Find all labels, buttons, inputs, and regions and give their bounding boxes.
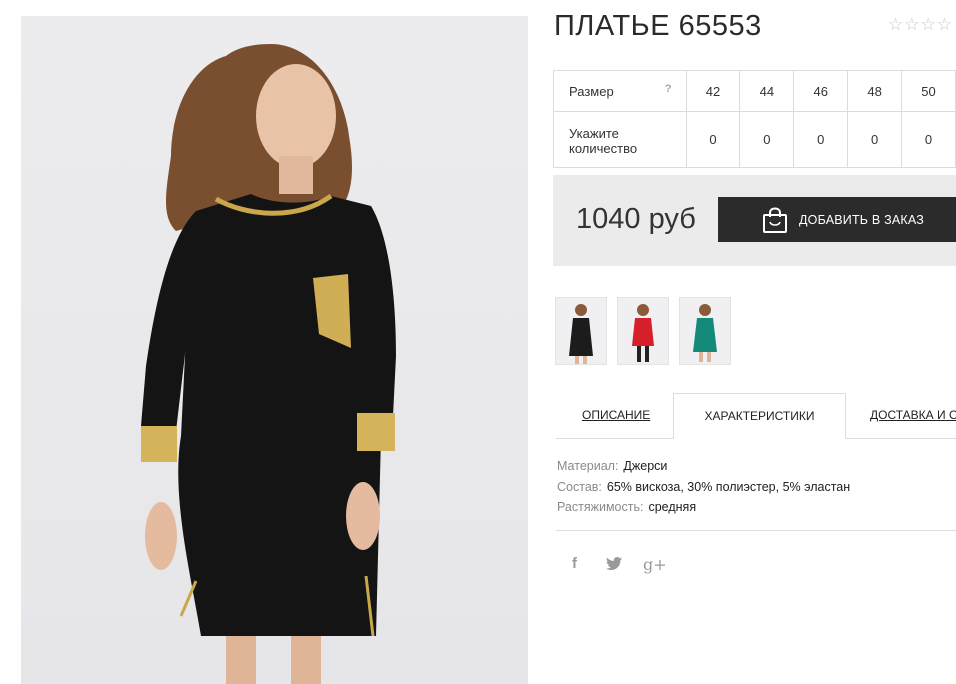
tab-delivery[interactable]: ДОСТАВКА И О xyxy=(870,393,956,438)
quantity-input[interactable]: 0 xyxy=(847,111,903,168)
rating-stars-icon[interactable]: ☆☆☆☆ xyxy=(888,15,953,35)
product-tabs: ОПИСАНИЕ ХАРАКТЕРИСТИКИ ДОСТАВКА И О xyxy=(556,393,956,439)
product-title: ПЛАТЬЕ 65553 xyxy=(554,10,762,42)
size-value: 44 xyxy=(739,70,795,112)
specs-list: Материал: Джерси Состав: 65% вискоза, 30% … xyxy=(557,456,850,518)
spec-row: Материал: Джерси xyxy=(557,456,850,477)
product-photo[interactable] xyxy=(21,16,528,684)
size-table: Размер ? 42 44 46 48 50 Укажите количест… xyxy=(553,70,956,168)
google-plus-icon[interactable]: g+ xyxy=(643,555,667,574)
size-label-cell: Размер ? xyxy=(553,70,687,112)
shopping-bag-icon xyxy=(763,207,787,233)
thumbnail-black[interactable] xyxy=(555,297,607,365)
quantity-row: Укажите количество 0 0 0 0 0 xyxy=(553,111,956,168)
order-panel: 1040 руб ДОБАВИТЬ В ЗАКАЗ xyxy=(553,175,956,266)
quantity-input[interactable]: 0 xyxy=(739,111,795,168)
quantity-input[interactable]: 0 xyxy=(901,111,956,168)
spec-value: Джерси xyxy=(623,459,668,473)
thumbnail-green[interactable] xyxy=(679,297,731,365)
size-value: 48 xyxy=(847,70,903,112)
thumbnail-red[interactable] xyxy=(617,297,669,365)
tab-characteristics[interactable]: ХАРАКТЕРИСТИКИ xyxy=(673,393,846,439)
help-icon[interactable]: ? xyxy=(665,83,672,95)
price: 1040 руб xyxy=(576,203,696,235)
spec-key: Растяжимость: xyxy=(557,500,644,514)
spec-row: Растяжимость: средняя xyxy=(557,497,850,518)
spec-value: средняя xyxy=(648,500,697,514)
spec-value: 65% вискоза, 30% полиэстер, 5% эластан xyxy=(606,479,851,494)
add-to-order-label: ДОБАВИТЬ В ЗАКАЗ xyxy=(799,212,925,227)
size-value: 46 xyxy=(793,70,849,112)
add-to-order-button[interactable]: ДОБАВИТЬ В ЗАКАЗ xyxy=(718,197,956,242)
spec-key: Состав: xyxy=(557,479,602,494)
size-value: 42 xyxy=(685,70,741,112)
facebook-icon[interactable]: f xyxy=(572,555,577,572)
quantity-label: Укажите количество xyxy=(553,111,687,168)
divider xyxy=(556,530,956,531)
size-row: Размер ? 42 44 46 48 50 xyxy=(553,70,956,112)
spec-row: Состав: 65% вискоза, 30% полиэстер, 5% эл… xyxy=(557,477,850,498)
quantity-input[interactable]: 0 xyxy=(685,111,741,168)
tab-description[interactable]: ОПИСАНИЕ xyxy=(582,393,650,438)
quantity-input[interactable]: 0 xyxy=(793,111,849,168)
twitter-icon[interactable] xyxy=(606,557,622,570)
size-value: 50 xyxy=(901,70,956,112)
spec-key: Материал: xyxy=(557,459,619,473)
size-label: Размер xyxy=(569,83,614,99)
